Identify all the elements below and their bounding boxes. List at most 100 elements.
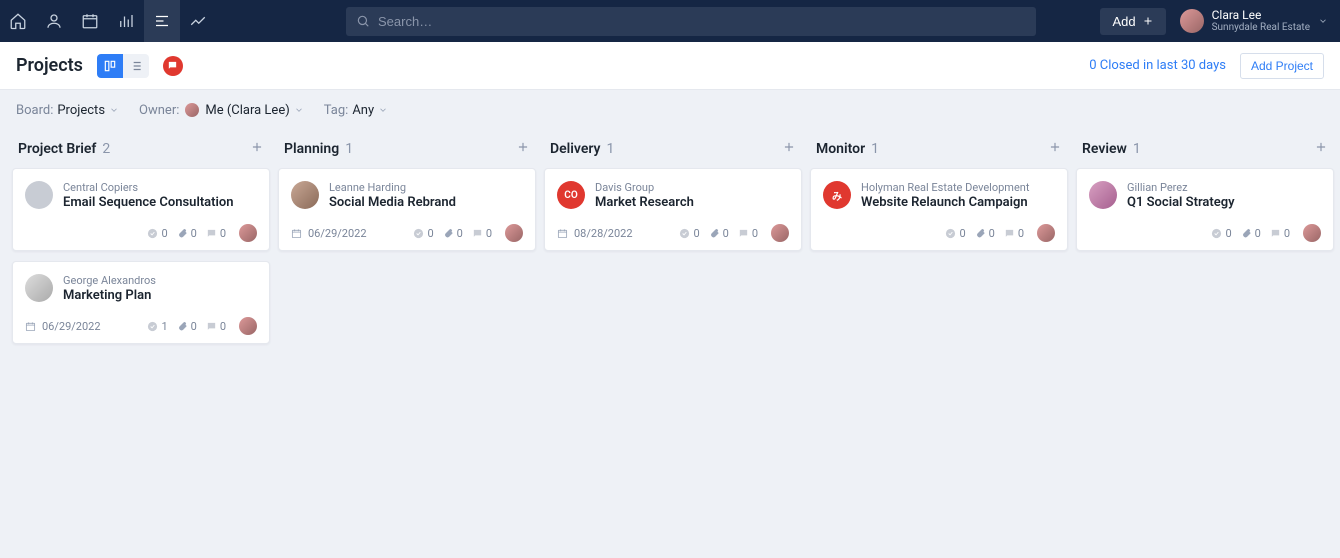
nav-right: Add Clara Lee Sunnydale Real Estate bbox=[1100, 8, 1340, 35]
project-card[interactable]: Gillian PerezQ1 Social Strategy 000 bbox=[1076, 168, 1334, 251]
card-date: 08/28/2022 bbox=[557, 227, 633, 240]
card-head: George AlexandrosMarketing Plan bbox=[25, 274, 257, 303]
header-right: 0 Closed in last 30 days Add Project bbox=[1089, 53, 1324, 79]
board-filter-value: Projects bbox=[57, 103, 105, 118]
page-header: Projects 0 Closed in last 30 days Add Pr… bbox=[0, 42, 1340, 90]
files-stat: 0 bbox=[1241, 227, 1261, 240]
owner-filter-value: Me (Clara Lee) bbox=[205, 103, 289, 118]
nav-icons bbox=[0, 0, 216, 42]
view-toggle bbox=[97, 54, 149, 78]
top-nav: Add Clara Lee Sunnydale Real Estate bbox=[0, 0, 1340, 42]
card-stats: 100 bbox=[147, 317, 257, 335]
project-card[interactable]: Central CopiersEmail Sequence Consultati… bbox=[12, 168, 270, 251]
chat-badge[interactable] bbox=[163, 56, 183, 76]
card-head: Gillian PerezQ1 Social Strategy bbox=[1089, 181, 1321, 210]
closed-link[interactable]: 0 Closed in last 30 days bbox=[1089, 58, 1226, 73]
board-column: Project Brief 2 Central CopiersEmail Seque… bbox=[12, 130, 270, 354]
card-stats: 000 bbox=[679, 224, 789, 242]
add-card-button[interactable] bbox=[250, 140, 264, 158]
assignee-avatar bbox=[1037, 224, 1055, 242]
column-count: 2 bbox=[102, 141, 110, 157]
project-card[interactable]: George AlexandrosMarketing Plan 06/29/202… bbox=[12, 261, 270, 344]
client-name: George Alexandros bbox=[63, 274, 156, 287]
column-name: Planning bbox=[284, 141, 339, 157]
kanban-view-button[interactable] bbox=[97, 54, 123, 78]
user-menu[interactable]: Clara Lee Sunnydale Real Estate bbox=[1180, 9, 1328, 33]
tasks-stat: 0 bbox=[147, 227, 167, 240]
comments-stat: 0 bbox=[472, 227, 492, 240]
card-head: Central CopiersEmail Sequence Consultati… bbox=[25, 181, 257, 210]
files-stat: 0 bbox=[709, 227, 729, 240]
assignee-avatar bbox=[239, 224, 257, 242]
column-name: Project Brief bbox=[18, 141, 96, 157]
comments-stat: 0 bbox=[206, 227, 226, 240]
client-avatar bbox=[25, 274, 53, 302]
user-name: Clara Lee bbox=[1212, 9, 1310, 22]
tag-filter-value: Any bbox=[352, 103, 374, 118]
comments-stat: 0 bbox=[1004, 227, 1024, 240]
card-date: 06/29/2022 bbox=[291, 227, 367, 240]
column-name: Review bbox=[1082, 141, 1127, 157]
add-card-button[interactable] bbox=[1048, 140, 1062, 158]
board-icon[interactable] bbox=[144, 0, 180, 42]
board-column: Review 1 Gillian PerezQ1 Social Strategy 00… bbox=[1076, 130, 1334, 354]
files-stat: 0 bbox=[443, 227, 463, 240]
client-avatar bbox=[25, 181, 53, 209]
column-count: 1 bbox=[1133, 141, 1141, 157]
card-foot: 000 bbox=[1089, 224, 1321, 242]
add-button[interactable]: Add bbox=[1100, 8, 1165, 35]
owner-filter[interactable]: Owner: Me (Clara Lee) bbox=[139, 103, 304, 118]
assignee-avatar bbox=[771, 224, 789, 242]
user-names: Clara Lee Sunnydale Real Estate bbox=[1212, 9, 1310, 33]
card-foot: 06/29/2022 100 bbox=[25, 317, 257, 335]
add-card-button[interactable] bbox=[516, 140, 530, 158]
client-avatar: み bbox=[823, 181, 851, 209]
client-name: Central Copiers bbox=[63, 181, 234, 194]
user-avatar bbox=[1180, 9, 1204, 33]
add-project-button[interactable]: Add Project bbox=[1240, 53, 1324, 79]
search-icon bbox=[356, 14, 370, 28]
tag-filter-label: Tag: bbox=[324, 103, 349, 118]
client-avatar bbox=[291, 181, 319, 209]
add-card-button[interactable] bbox=[782, 140, 796, 158]
board-filter[interactable]: Board: Projects bbox=[16, 103, 119, 118]
card-head: CODavis GroupMarket Research bbox=[557, 181, 789, 210]
project-card[interactable]: みHolyman Real Estate DevelopmentWebsite … bbox=[810, 168, 1068, 251]
card-date: 06/29/2022 bbox=[25, 320, 101, 333]
add-card-button[interactable] bbox=[1314, 140, 1328, 158]
calendar-icon[interactable] bbox=[72, 0, 108, 42]
bars-icon[interactable] bbox=[108, 0, 144, 42]
tag-filter[interactable]: Tag: Any bbox=[324, 103, 388, 118]
tasks-stat: 0 bbox=[413, 227, 433, 240]
filter-bar: Board: Projects Owner: Me (Clara Lee) Ta… bbox=[0, 90, 1340, 130]
add-label: Add bbox=[1112, 14, 1135, 29]
column-name: Delivery bbox=[550, 141, 601, 157]
column-count: 1 bbox=[871, 141, 879, 157]
trend-icon[interactable] bbox=[180, 0, 216, 42]
comments-stat: 0 bbox=[206, 320, 226, 333]
card-foot: 06/29/2022000 bbox=[291, 224, 523, 242]
files-stat: 0 bbox=[975, 227, 995, 240]
search-input[interactable] bbox=[378, 14, 1026, 29]
project-card[interactable]: Leanne HardingSocial Media Rebrand 06/29/… bbox=[278, 168, 536, 251]
card-head: Leanne HardingSocial Media Rebrand bbox=[291, 181, 523, 210]
column-count: 1 bbox=[607, 141, 615, 157]
person-icon[interactable] bbox=[36, 0, 72, 42]
home-icon[interactable] bbox=[0, 0, 36, 42]
board-filter-label: Board: bbox=[16, 103, 53, 118]
project-card[interactable]: CODavis GroupMarket Research 08/28/2022 00… bbox=[544, 168, 802, 251]
plus-icon bbox=[1142, 15, 1154, 27]
card-stats: 000 bbox=[945, 224, 1055, 242]
card-stats: 000 bbox=[147, 224, 257, 242]
project-title: Website Relaunch Campaign bbox=[861, 195, 1029, 210]
project-title: Market Research bbox=[595, 195, 694, 210]
assignee-avatar bbox=[505, 224, 523, 242]
tasks-stat: 0 bbox=[945, 227, 965, 240]
tasks-stat: 0 bbox=[1211, 227, 1231, 240]
page-title: Projects bbox=[16, 55, 83, 76]
assignee-avatar bbox=[1303, 224, 1321, 242]
project-title: Marketing Plan bbox=[63, 288, 156, 303]
search-field[interactable] bbox=[346, 7, 1036, 36]
list-view-button[interactable] bbox=[123, 54, 149, 78]
assignee-avatar bbox=[239, 317, 257, 335]
